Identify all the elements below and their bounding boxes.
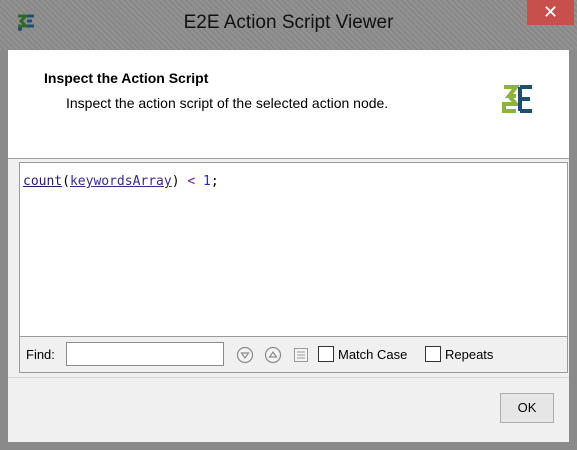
code-number: 1 (203, 174, 211, 189)
find-label: Find: (26, 347, 55, 362)
footer-divider (8, 377, 569, 378)
find-bar: Find: Match Case Repeats (19, 337, 568, 373)
ok-button[interactable]: OK (500, 393, 554, 423)
match-case-checkbox[interactable] (318, 346, 334, 362)
find-next-icon[interactable] (236, 346, 254, 364)
find-input[interactable] (66, 342, 224, 366)
code-open-paren: ( (62, 174, 70, 189)
close-button[interactable]: ✕ (527, 0, 574, 25)
highlight-all-icon[interactable] (292, 346, 310, 364)
repeats-checkbox[interactable] (425, 346, 441, 362)
title-bar[interactable]: E2E Action Script Viewer ✕ (0, 0, 577, 50)
match-case-label[interactable]: Match Case (338, 347, 407, 362)
dialog-window: E2E Action Script Viewer ✕ Inspect the A… (0, 0, 577, 450)
header-description: Inspect the action script of the selecte… (66, 95, 389, 111)
code-operator: < (187, 174, 196, 189)
dialog-body: Inspect the Action Script Inspect the ac… (8, 50, 569, 442)
app-icon (18, 14, 34, 31)
code-close-paren: ) (171, 174, 180, 189)
e2e-logo-icon (502, 85, 532, 113)
close-icon[interactable]: ✕ (543, 2, 558, 23)
repeats-label[interactable]: Repeats (445, 347, 493, 362)
script-editor[interactable]: count(keywordsArray) < 1; (19, 162, 568, 337)
find-previous-icon[interactable] (264, 346, 282, 364)
code-line[interactable]: count(keywordsArray) < 1; (23, 174, 219, 189)
header-title: Inspect the Action Script (44, 70, 209, 86)
dialog-header: Inspect the Action Script Inspect the ac… (8, 50, 569, 159)
window-title: E2E Action Script Viewer (183, 12, 394, 33)
code-function: count (23, 174, 63, 189)
code-semicolon: ; (210, 174, 219, 189)
code-variable: keywordsArray (69, 174, 172, 189)
